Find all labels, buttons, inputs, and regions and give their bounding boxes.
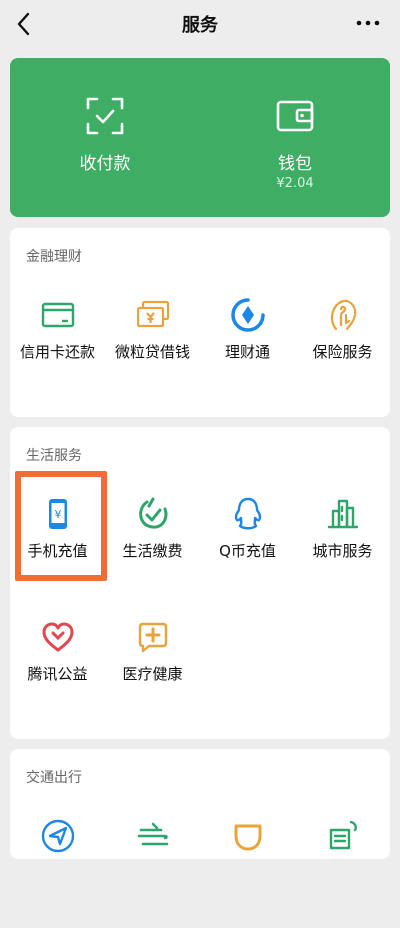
wallet-button[interactable]: 钱包 ¥2.04 <box>200 58 390 217</box>
utility-bill-label: 生活缴费 <box>122 542 183 560</box>
wallet-balance: ¥2.04 <box>276 176 314 191</box>
tencent-charity-item[interactable]: 腾讯公益 <box>10 619 105 729</box>
transport-item-didi[interactable] <box>200 818 295 928</box>
weili-loan-item[interactable]: 微粒贷借钱 <box>105 297 200 407</box>
medical-health-item[interactable]: 医疗健康 <box>105 619 200 729</box>
qq-coin-item[interactable]: Q币充值 <box>200 496 295 606</box>
life-service-section: 生活服务 ¥ 手机充值 生活缴费 Q币充值 城市服务 腾讯公益 医疗健康 <box>10 427 390 739</box>
page-title: 服务 <box>182 15 218 36</box>
utility-bill-icon <box>139 497 168 529</box>
receive-pay-button[interactable]: 收付款 <box>10 58 200 217</box>
wallet-label: 钱包 <box>278 154 312 174</box>
medical-icon <box>138 622 168 653</box>
more-options-icon[interactable] <box>356 14 380 32</box>
insurance-item[interactable]: 保险服务 <box>295 297 390 407</box>
svg-text:¥: ¥ <box>55 508 62 521</box>
scan-qr-icon <box>86 97 124 135</box>
city-service-icon <box>327 499 359 529</box>
wealth-icon <box>231 298 265 332</box>
city-service-item[interactable]: 城市服务 <box>295 496 390 606</box>
train-icon <box>137 822 169 846</box>
mobile-recharge-item[interactable]: ¥ 手机充值 <box>10 496 105 606</box>
licaitong-item[interactable]: 理财通 <box>200 297 295 407</box>
navigation-bar: 服务 <box>0 0 400 48</box>
tencent-charity-label: 腾讯公益 <box>27 665 88 683</box>
qq-coin-label: Q币充值 <box>219 542 276 560</box>
licaitong-label: 理财通 <box>224 343 270 361</box>
transport-section: 交通出行 <box>10 749 390 859</box>
transport-item-train[interactable] <box>105 818 200 928</box>
medical-health-label: 医疗健康 <box>122 665 183 683</box>
wallet-card: 收付款 钱包 ¥2.04 <box>10 58 390 217</box>
city-service-label: 城市服务 <box>312 542 373 560</box>
charity-icon <box>42 622 74 652</box>
weili-loan-label: 微粒贷借钱 <box>114 343 190 361</box>
phone-recharge-icon: ¥ <box>49 499 67 529</box>
transport-item-hotel[interactable] <box>295 818 390 928</box>
receive-pay-label: 收付款 <box>79 154 131 174</box>
section-title: 交通出行 <box>26 770 82 786</box>
mobile-recharge-label: 手机充值 <box>27 542 88 560</box>
credit-card-icon <box>41 302 75 328</box>
didi-icon <box>234 824 262 851</box>
section-title: 生活服务 <box>26 448 82 464</box>
transport-item-navigation[interactable] <box>10 818 105 928</box>
insurance-label: 保险服务 <box>312 343 373 361</box>
credit-card-repay-label: 信用卡还款 <box>19 343 95 361</box>
loan-icon <box>136 300 170 328</box>
wallet-icon <box>276 100 314 132</box>
section-title: 金融理财 <box>26 249 82 265</box>
navigation-icon <box>41 819 75 853</box>
utility-bill-item[interactable]: 生活缴费 <box>105 496 200 606</box>
finance-section: 金融理财 信用卡还款 微粒贷借钱 理财通 保险服务 <box>10 228 390 417</box>
qq-coin-icon <box>234 497 262 530</box>
insurance-icon <box>330 299 357 331</box>
hotel-icon <box>329 820 357 850</box>
credit-card-repay-item[interactable]: 信用卡还款 <box>10 297 105 407</box>
